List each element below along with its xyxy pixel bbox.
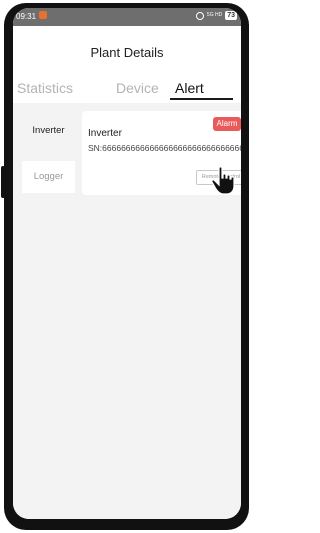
tab-statistics[interactable]: Statistics	[17, 80, 73, 96]
hand-pointer-icon	[211, 166, 235, 195]
tab-alert[interactable]: Alert	[175, 80, 204, 96]
phone-screen: 09:31 5G HD 73 Plant Details Statistics …	[13, 8, 241, 519]
sidebar-item-inverter[interactable]: Inverter	[22, 125, 75, 136]
status-indicators: 5G HD 73	[195, 11, 237, 20]
page-title: Plant Details	[90, 45, 164, 60]
alarm-badge: Alarm	[213, 117, 241, 131]
serial-number: SN:666666666666666666666666666666	[88, 143, 241, 153]
battery-icon: 73	[225, 11, 237, 20]
notification-icon	[39, 11, 47, 19]
sidebar-item-logger[interactable]: Logger	[22, 161, 75, 193]
signal-icon: 5G HD	[206, 12, 223, 18]
alarm-clock-icon	[195, 11, 204, 20]
card-title: Inverter	[88, 128, 122, 139]
alert-content: Inverter Logger Inverter Alarm SN:666666…	[13, 103, 241, 519]
status-time: 09:31	[16, 12, 37, 21]
tab-device[interactable]: Device	[116, 80, 159, 96]
tab-active-indicator	[170, 98, 233, 100]
phone-side-button	[1, 166, 5, 198]
status-bar: 09:31 5G HD 73	[13, 8, 241, 26]
